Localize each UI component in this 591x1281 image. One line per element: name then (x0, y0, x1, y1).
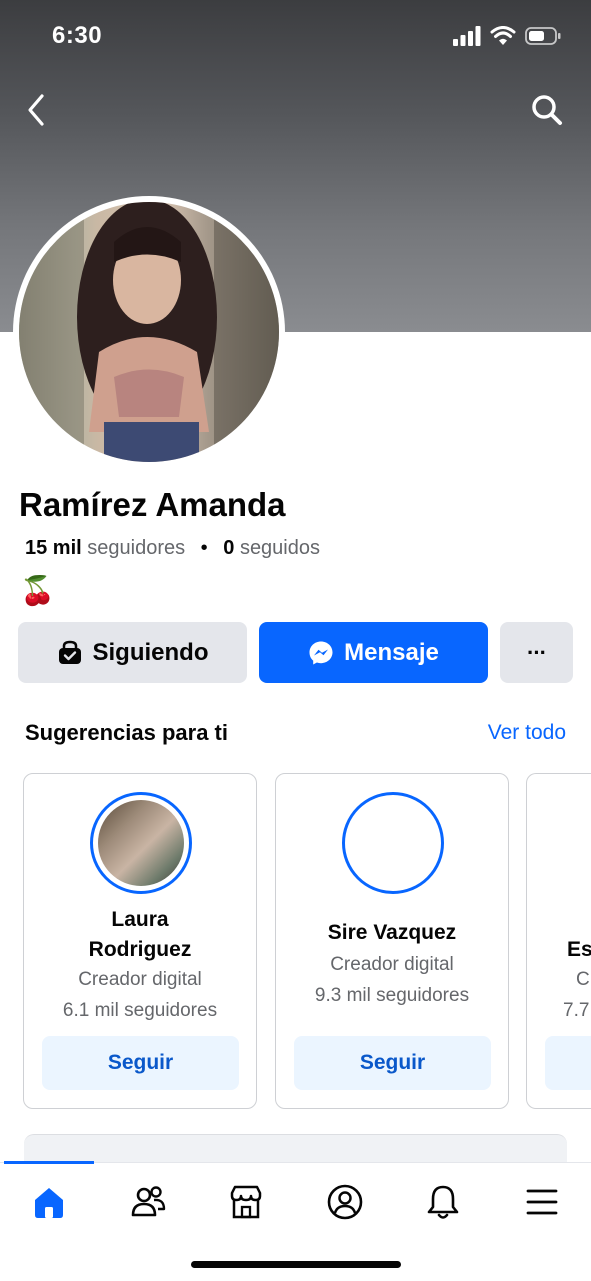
see-all-link[interactable]: Ver todo (488, 721, 566, 745)
suggestion-role: Creador digital (78, 969, 202, 990)
messenger-icon (309, 641, 333, 664)
message-label-text: Mensaje (344, 638, 439, 666)
status-bar: 6:30 (0, 0, 591, 75)
profile-photo (19, 202, 279, 462)
tab-marketplace[interactable] (224, 1180, 268, 1224)
search-icon (532, 95, 562, 125)
tab-profile[interactable] (323, 1180, 367, 1224)
suggestion-name-line2[interactable]: Rodriguez (24, 934, 256, 965)
suggestion-avatar[interactable] (90, 792, 192, 894)
profile-avatar[interactable] (13, 196, 285, 468)
tab-notifications[interactable] (421, 1180, 465, 1224)
back-button[interactable] (16, 90, 56, 130)
follow-button[interactable]: Seguir (294, 1036, 491, 1090)
suggestion-card[interactable]: Laura Rodriguez Creador digital 6.1 mil … (23, 773, 257, 1109)
active-tab-indicator (4, 1161, 94, 1164)
profile-icon (327, 1184, 363, 1220)
search-button[interactable] (527, 90, 567, 130)
following-check-icon (58, 640, 81, 664)
followers-label[interactable]: seguidores (87, 537, 185, 559)
following-label-text: Siguiendo (92, 638, 209, 666)
suggestion-role: Creador digital (330, 954, 454, 975)
tab-menu[interactable] (520, 1180, 564, 1224)
suggestion-role: C (576, 969, 590, 990)
home-indicator[interactable] (191, 1261, 401, 1268)
suggestions-title: Sugerencias para ti (25, 720, 228, 745)
following-count[interactable]: 0 (223, 537, 234, 559)
menu-icon (526, 1189, 558, 1215)
friends-icon (131, 1186, 166, 1217)
stats-separator: • (200, 537, 208, 559)
chevron-left-icon (28, 94, 44, 126)
suggestion-followers: 7.7 (563, 1000, 590, 1021)
profile-name: Ramírez Amanda (19, 486, 286, 523)
suggestion-card[interactable]: Es C 7.7 (526, 773, 591, 1109)
bio-emoji: 🍒 (20, 575, 55, 606)
profile-stats: 15 mil seguidores • 0 seguidos (25, 537, 320, 560)
following-label[interactable]: seguidos (240, 537, 320, 559)
wifi-icon (490, 26, 516, 45)
suggestion-followers: 9.3 mil seguidores (314, 985, 470, 1006)
more-options-button[interactable]: ··· (500, 622, 573, 683)
tab-home[interactable] (27, 1180, 71, 1224)
suggestion-name[interactable]: Sire Vazquez (276, 917, 508, 948)
followers-count[interactable]: 15 mil (25, 537, 82, 559)
cellular-signal-icon (453, 26, 481, 46)
suggestion-name-line1[interactable]: Laura (24, 904, 256, 935)
status-time: 6:30 (52, 22, 103, 49)
suggestion-avatar[interactable] (342, 792, 444, 894)
suggestion-name[interactable]: Es (567, 934, 591, 965)
tab-friends[interactable] (126, 1180, 170, 1224)
more-dots-icon: ··· (527, 639, 547, 665)
following-button[interactable]: Siguiendo (18, 622, 247, 683)
follow-button[interactable] (545, 1036, 591, 1090)
marketplace-icon (230, 1185, 262, 1219)
home-icon (35, 1188, 63, 1218)
message-button[interactable]: Mensaje (259, 622, 488, 683)
follow-button[interactable]: Seguir (42, 1036, 239, 1090)
suggestion-card[interactable]: Sire Vazquez Creador digital 9.3 mil seg… (275, 773, 509, 1109)
bell-icon (427, 1185, 459, 1219)
suggestion-followers: 6.1 mil seguidores (62, 1000, 218, 1021)
battery-icon (525, 27, 561, 45)
